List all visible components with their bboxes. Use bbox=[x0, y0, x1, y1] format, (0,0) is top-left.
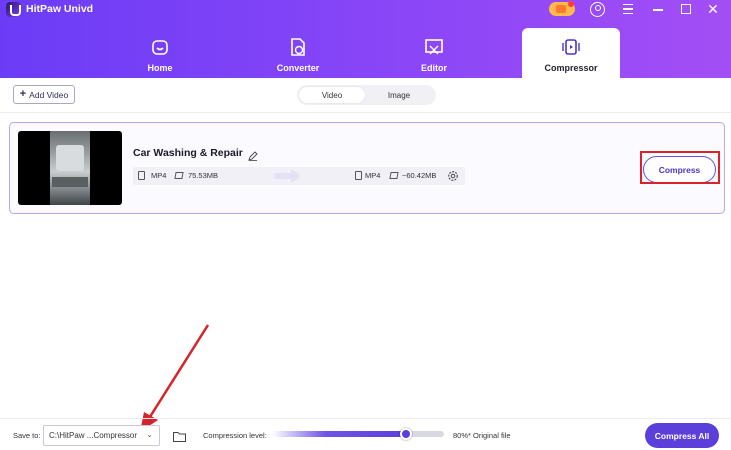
close-icon[interactable]: ✕ bbox=[707, 2, 719, 16]
title-bar: HitPaw Univd ✕ Home Converter Editor Com… bbox=[0, 0, 731, 78]
tab-label: Home bbox=[147, 63, 173, 73]
save-path-value: C:\HitPaw ...Compressor bbox=[49, 431, 138, 440]
segment-image[interactable]: Image bbox=[366, 87, 432, 103]
gear-icon[interactable] bbox=[447, 169, 459, 181]
video-thumbnail[interactable] bbox=[18, 131, 122, 205]
tab-compressor[interactable]: Compressor bbox=[522, 28, 620, 78]
thumbnail-image bbox=[50, 131, 90, 205]
video-title: Car Washing & Repair bbox=[133, 147, 243, 159]
folder-icon[interactable] bbox=[173, 429, 186, 442]
compression-level-slider[interactable] bbox=[272, 428, 444, 440]
save-to-label: Save to: bbox=[13, 431, 41, 440]
compression-level-label: Compression level: bbox=[203, 431, 267, 440]
home-icon bbox=[149, 37, 171, 57]
compression-level-value: 80%* Original file bbox=[453, 431, 511, 440]
highlight-box bbox=[640, 151, 720, 184]
segment-video[interactable]: Video bbox=[299, 87, 365, 103]
tab-label: Converter bbox=[276, 63, 320, 73]
notification-badge bbox=[568, 1, 574, 7]
app-title: HitPaw Univd bbox=[26, 3, 94, 15]
footer-divider bbox=[0, 418, 731, 419]
file-icon bbox=[355, 171, 362, 180]
tab-converter[interactable]: Converter bbox=[249, 28, 347, 78]
chevron-down-icon: ⌄ bbox=[146, 430, 153, 439]
size-icon bbox=[389, 172, 399, 179]
size-icon bbox=[174, 172, 184, 179]
tab-editor[interactable]: Editor bbox=[385, 28, 483, 78]
file-icon bbox=[138, 171, 145, 180]
slider-fill bbox=[272, 431, 407, 437]
divider bbox=[0, 112, 731, 113]
app-logo-icon bbox=[6, 2, 21, 17]
editor-icon bbox=[423, 37, 445, 57]
target-format: MP4 bbox=[365, 171, 381, 180]
save-path-select[interactable]: C:\HitPaw ...Compressor ⌄ bbox=[43, 425, 160, 446]
add-video-button[interactable]: + Add Video bbox=[13, 85, 75, 104]
compress-all-button[interactable]: Compress All bbox=[645, 423, 719, 448]
target-size: ~60.42MB bbox=[402, 171, 437, 180]
compressor-icon bbox=[560, 37, 582, 57]
tab-label: Editor bbox=[421, 63, 447, 73]
minimize-icon[interactable] bbox=[653, 9, 663, 11]
maximize-icon[interactable] bbox=[681, 4, 691, 14]
add-video-label: Add Video bbox=[29, 89, 69, 100]
edit-icon[interactable] bbox=[248, 148, 258, 161]
converter-icon bbox=[287, 37, 309, 57]
source-size: 75.53MB bbox=[188, 171, 219, 180]
arrow-right-icon bbox=[275, 169, 301, 183]
slider-thumb[interactable] bbox=[400, 428, 413, 440]
tab-label: Compressor bbox=[544, 63, 598, 73]
media-type-toggle: Video Image bbox=[297, 85, 436, 105]
user-icon[interactable] bbox=[590, 2, 605, 17]
menu-icon[interactable] bbox=[623, 4, 633, 14]
source-format: MP4 bbox=[151, 171, 167, 180]
tab-home[interactable]: Home bbox=[111, 28, 209, 78]
plus-icon: + bbox=[19, 88, 27, 100]
